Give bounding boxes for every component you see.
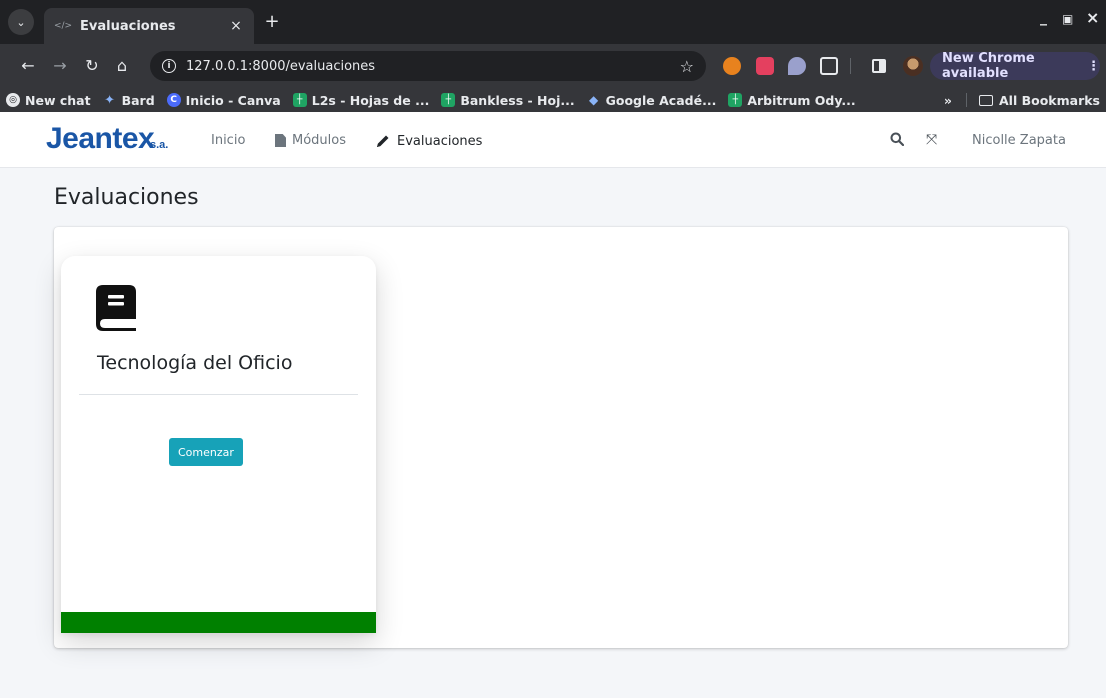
tab-search-chevron-icon[interactable]: ⌄ bbox=[8, 9, 34, 35]
bard-sparkle-icon: ✦ bbox=[104, 92, 116, 108]
browser-tab[interactable]: </> Evaluaciones × bbox=[44, 8, 254, 44]
bookmark-label: L2s - Hojas de ... bbox=[311, 92, 430, 108]
nav-evaluaciones[interactable]: Evaluaciones bbox=[375, 133, 482, 149]
bookmark-label: Google Acadé... bbox=[605, 92, 717, 108]
bookmark-label: Bankless - Hoj... bbox=[460, 92, 575, 108]
bookmarks-overflow-chevron-icon[interactable]: » bbox=[944, 93, 952, 108]
close-window-button[interactable]: × bbox=[1086, 8, 1099, 27]
extension-icon[interactable] bbox=[756, 57, 774, 75]
start-evaluation-button[interactable]: Comenzar bbox=[169, 438, 243, 466]
scholar-icon: ◆ bbox=[589, 93, 599, 107]
bookmark-bankless-sheets[interactable]: ┼ Bankless - Hoj... bbox=[441, 92, 575, 108]
all-bookmarks-button[interactable]: All Bookmarks bbox=[999, 93, 1100, 108]
search-icon[interactable] bbox=[890, 132, 904, 146]
extensions-puzzle-icon[interactable] bbox=[820, 57, 838, 75]
metamask-extension-icon[interactable] bbox=[723, 57, 741, 75]
sheets-icon: ┼ bbox=[728, 93, 743, 107]
bookmarks-bar: ◎ New chat ✦ Bard C Inicio - Canva ┼ L2s… bbox=[0, 88, 1106, 112]
browser-toolbar: ← → ↻ ⌂ i 127.0.0.1:8000/evaluaciones ☆ … bbox=[0, 44, 1106, 88]
bookmark-new-chat[interactable]: ◎ New chat bbox=[6, 93, 91, 108]
extension-icon[interactable] bbox=[788, 57, 806, 75]
canva-icon: C bbox=[166, 93, 181, 107]
tab-favicon-icon: </> bbox=[53, 21, 73, 31]
bookmark-label: Inicio - Canva bbox=[185, 92, 281, 108]
card-divider bbox=[79, 394, 358, 395]
toolbar-divider bbox=[850, 58, 851, 74]
menu-kebab-icon[interactable]: ⋮ bbox=[1087, 59, 1100, 74]
forward-arrow-icon[interactable]: → bbox=[50, 56, 70, 76]
bookmark-star-icon[interactable]: ☆ bbox=[680, 57, 694, 76]
card-footer-bar bbox=[61, 612, 376, 633]
page-title: Evaluaciones bbox=[54, 185, 199, 210]
sheets-icon: ┼ bbox=[292, 93, 307, 107]
nav-label: Evaluaciones bbox=[397, 133, 483, 149]
book-icon bbox=[96, 285, 136, 331]
home-icon[interactable]: ⌂ bbox=[112, 56, 132, 76]
browser-tab-strip: ⌄ </> Evaluaciones × + _ ▣ × bbox=[0, 0, 1106, 44]
card-title: Tecnología del Oficio bbox=[97, 352, 293, 374]
nav-label: Módulos bbox=[292, 133, 346, 148]
app-navbar: Jeantex s.a. Inicio Módulos Evaluaciones… bbox=[0, 112, 1106, 168]
tab-title: Evaluaciones bbox=[80, 18, 176, 34]
fullscreen-expand-icon[interactable]: ⤧ bbox=[926, 132, 937, 148]
minimize-button[interactable]: _ bbox=[1040, 10, 1047, 26]
reload-icon[interactable]: ↻ bbox=[82, 56, 102, 76]
bookmark-canva[interactable]: C Inicio - Canva bbox=[166, 92, 281, 108]
bookmark-l2s-sheets[interactable]: ┼ L2s - Hojas de ... bbox=[292, 92, 430, 108]
nav-modulos[interactable]: Módulos bbox=[275, 133, 346, 148]
nav-label: Inicio bbox=[211, 133, 246, 148]
tab-close-icon[interactable]: × bbox=[228, 18, 244, 34]
new-tab-button[interactable]: + bbox=[262, 11, 282, 32]
profile-avatar[interactable] bbox=[903, 56, 923, 76]
brand-logo[interactable]: Jeantex bbox=[46, 122, 155, 156]
bookmark-bard[interactable]: ✦ Bard bbox=[103, 93, 155, 108]
bookmarks-divider bbox=[966, 93, 967, 107]
address-bar[interactable]: i 127.0.0.1:8000/evaluaciones ☆ bbox=[150, 51, 706, 81]
evaluation-card: Tecnología del Oficio Comenzar bbox=[61, 256, 376, 633]
back-arrow-icon[interactable]: ← bbox=[18, 56, 38, 76]
bookmark-label: Arbitrum Ody... bbox=[747, 92, 856, 108]
folder-icon bbox=[979, 94, 993, 106]
update-chrome-button[interactable]: New Chrome available ⋮ bbox=[930, 51, 1100, 81]
bookmark-google-scholar[interactable]: ◆ Google Acadé... bbox=[587, 92, 717, 108]
url-text[interactable]: 127.0.0.1:8000/evaluaciones bbox=[186, 59, 375, 74]
nav-inicio[interactable]: Inicio bbox=[211, 133, 245, 148]
side-panel-icon[interactable] bbox=[872, 59, 886, 73]
bookmark-label: New chat bbox=[25, 92, 91, 108]
pencil-icon bbox=[377, 135, 389, 147]
site-info-icon[interactable]: i bbox=[162, 59, 176, 73]
bookmarks-right: » All Bookmarks bbox=[944, 88, 1100, 112]
restore-button[interactable]: ▣ bbox=[1062, 12, 1073, 26]
document-icon bbox=[275, 134, 286, 147]
update-chrome-label: New Chrome available bbox=[942, 51, 1035, 81]
user-name[interactable]: Nicolle Zapata bbox=[972, 133, 1066, 148]
brand-suffix: s.a. bbox=[150, 139, 169, 151]
chatgpt-icon: ◎ bbox=[6, 93, 20, 107]
bookmark-arbitrum-sheets[interactable]: ┼ Arbitrum Ody... bbox=[728, 92, 856, 108]
bookmark-label: Bard bbox=[121, 92, 155, 108]
sheets-icon: ┼ bbox=[441, 93, 456, 107]
